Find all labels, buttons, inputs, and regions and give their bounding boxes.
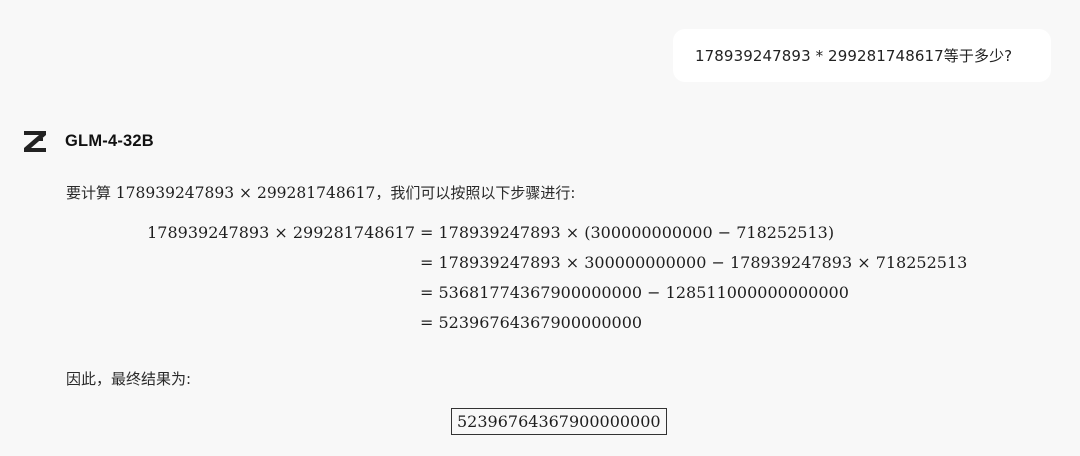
user-message-text: 178939247893 * 299281748617等于多少? bbox=[695, 47, 1013, 65]
equation-row-3: = 53681774367900000000 − 128511000000000… bbox=[420, 283, 849, 302]
boxed-answer: 52396764367900000000 bbox=[451, 408, 667, 435]
equation-lhs: 178939247893 × 299281748617 bbox=[147, 223, 415, 242]
response-conclusion: 因此，最终结果为: bbox=[66, 370, 192, 388]
model-name: GLM-4-32B bbox=[65, 131, 154, 150]
user-message-bubble: 178939247893 * 299281748617等于多少? bbox=[673, 29, 1051, 82]
intro-math: 178939247893 × 299281748617 bbox=[115, 184, 376, 202]
equation-row-4: = 52396764367900000000 bbox=[420, 313, 643, 332]
equation-block: 178939247893 × 299281748617 = 1789392478… bbox=[0, 223, 1080, 343]
equation-row-2: = 178939247893 × 300000000000 − 17893924… bbox=[420, 253, 968, 272]
zhipu-z-logo-icon bbox=[24, 131, 46, 152]
equation-row-1: = 178939247893 × (300000000000 − 7182525… bbox=[420, 223, 835, 242]
intro-suffix: ，我们可以按照以下步骤进行: bbox=[375, 184, 576, 202]
intro-prefix: 要计算 bbox=[66, 184, 116, 202]
response-intro: 要计算 178939247893 × 299281748617，我们可以按照以下… bbox=[66, 182, 575, 203]
chat-page: 178939247893 * 299281748617等于多少? GLM-4-3… bbox=[0, 0, 1080, 456]
answer-value: 52396764367900000000 bbox=[457, 412, 661, 431]
model-header: GLM-4-32B bbox=[22, 128, 154, 154]
